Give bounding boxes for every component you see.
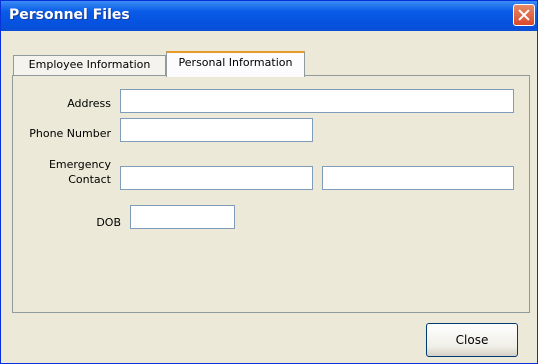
close-button[interactable]: Close [426, 323, 518, 357]
dob-label: DOB [96, 216, 121, 229]
emergency-label-line2: Contact [68, 173, 111, 186]
emergency-contact-field-1[interactable] [120, 166, 313, 190]
tab-employee-information[interactable]: Employee Information [13, 55, 166, 75]
tab-personal-information[interactable]: Personal Information [166, 51, 305, 77]
close-icon[interactable] [513, 4, 535, 26]
phone-number-label: Phone Number [29, 127, 111, 140]
address-field[interactable] [120, 89, 514, 113]
address-label: Address [67, 97, 111, 110]
phone-number-field[interactable] [120, 118, 313, 142]
window-title: Personnel Files [9, 7, 130, 23]
emergency-label-line1: Emergency [48, 158, 111, 171]
dob-field[interactable] [130, 205, 235, 229]
dialog-window: Personnel Files Employee Information Per… [0, 0, 538, 364]
title-bar[interactable]: Personnel Files [1, 1, 537, 31]
emergency-contact-field-2[interactable] [322, 166, 514, 190]
